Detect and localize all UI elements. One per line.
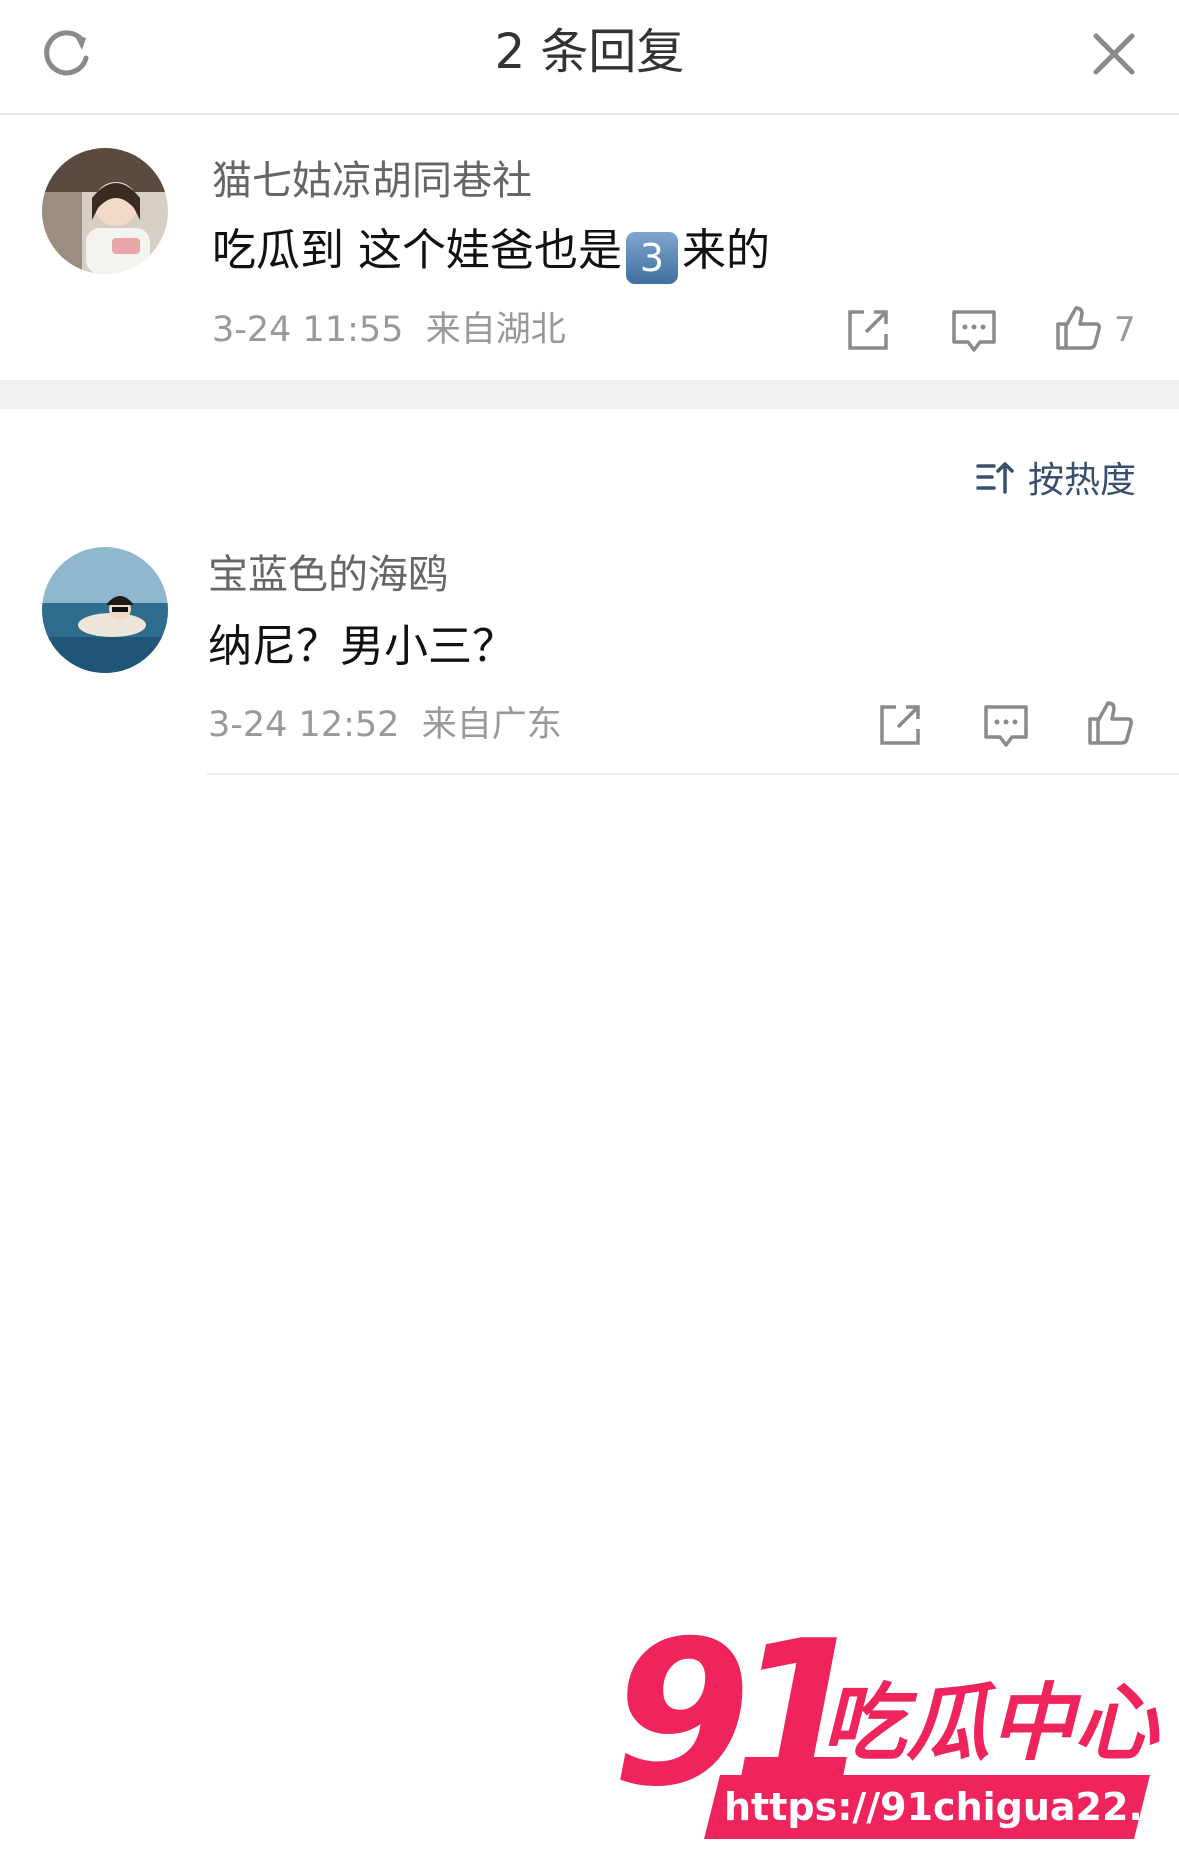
section-divider: [0, 380, 1179, 409]
comment-icon[interactable]: [948, 304, 1000, 356]
keycap-emoji: 3: [626, 232, 678, 284]
comment-content: 吃瓜到 这个娃爸也是 3 来的: [212, 222, 770, 284]
comment-time: 3-24 11:55: [212, 310, 404, 350]
comment-icon[interactable]: [980, 699, 1032, 751]
avatar[interactable]: [42, 547, 168, 673]
reply-divider: [207, 773, 1179, 775]
header-bar: 2 条回复: [0, 0, 1179, 115]
sort-by-hot-button[interactable]: 按热度: [976, 452, 1136, 502]
page-title: 2 条回复: [494, 24, 685, 80]
comment-meta: 3-24 11:55 来自湖北: [212, 308, 566, 352]
reply-meta: 3-24 12:52 来自广东: [208, 703, 562, 747]
sort-label: 按热度: [1028, 460, 1137, 501]
reply-location: 来自广东: [421, 705, 562, 745]
share-icon[interactable]: [842, 304, 894, 356]
avatar[interactable]: [42, 148, 168, 274]
reply-time: 3-24 12:52: [208, 705, 400, 745]
like-count: 7: [1114, 310, 1136, 350]
close-icon[interactable]: [1084, 24, 1144, 84]
watermark-url: https://91chigua22.com: [724, 1785, 1179, 1829]
sort-icon: [976, 462, 1014, 494]
comment-username[interactable]: 猫七姑凉胡同巷社: [212, 156, 532, 206]
comment-text-part: 吃瓜到 这个娃爸也是: [212, 225, 622, 276]
reply-username[interactable]: 宝蓝色的海鸥: [208, 550, 448, 600]
watermark-logo: 91 吃瓜中心 https://91chigua22.com: [612, 1615, 1179, 1845]
share-icon[interactable]: [874, 699, 926, 751]
comment-text-part: 来的: [682, 225, 770, 276]
like-icon[interactable]: [1052, 302, 1104, 354]
reply-content: 纳尼？男小三？: [208, 621, 516, 672]
comment-location: 来自湖北: [425, 310, 566, 350]
like-icon[interactable]: [1084, 697, 1136, 749]
watermark-text: 吃瓜中心: [822, 1674, 1159, 1772]
